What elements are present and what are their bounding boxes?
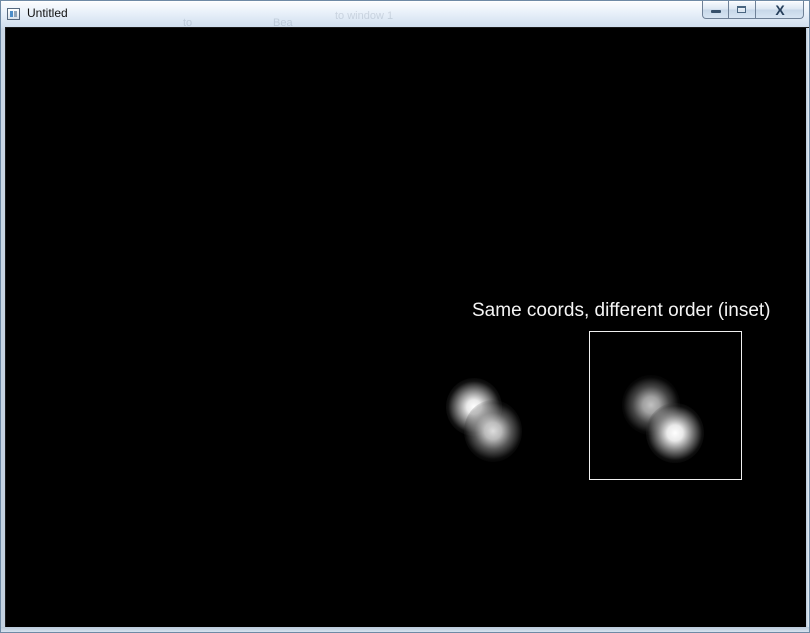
inset-caption: Same coords, different order (inset) <box>472 300 771 321</box>
inset-dim-gaussian-spot <box>622 375 680 435</box>
application-icon <box>7 8 20 20</box>
close-icon: X <box>775 2 785 18</box>
minimize-icon <box>711 10 721 13</box>
minimize-button[interactable] <box>702 1 729 19</box>
title-bar[interactable]: to Bea to window 1 Untitled X <box>1 1 809 29</box>
maximize-button[interactable] <box>729 1 756 19</box>
window-right-frame[interactable] <box>806 28 809 631</box>
close-button[interactable]: X <box>756 1 804 19</box>
main-dim-gaussian-spot <box>464 400 522 462</box>
window-caption-buttons: X <box>702 1 804 20</box>
render-canvas[interactable]: Same coords, different order (inset) <box>6 28 808 629</box>
background-window-text: to window 1 <box>335 10 394 22</box>
main-bright-gaussian-spot <box>446 378 502 436</box>
window-title: Untitled <box>27 6 68 20</box>
inset-bright-gaussian-spot <box>646 403 704 463</box>
window-bottom-frame[interactable] <box>1 627 809 632</box>
application-window: to Bea to window 1 Untitled X Same coord… <box>0 0 810 633</box>
maximize-icon <box>737 6 746 13</box>
inset-frame <box>589 331 742 480</box>
